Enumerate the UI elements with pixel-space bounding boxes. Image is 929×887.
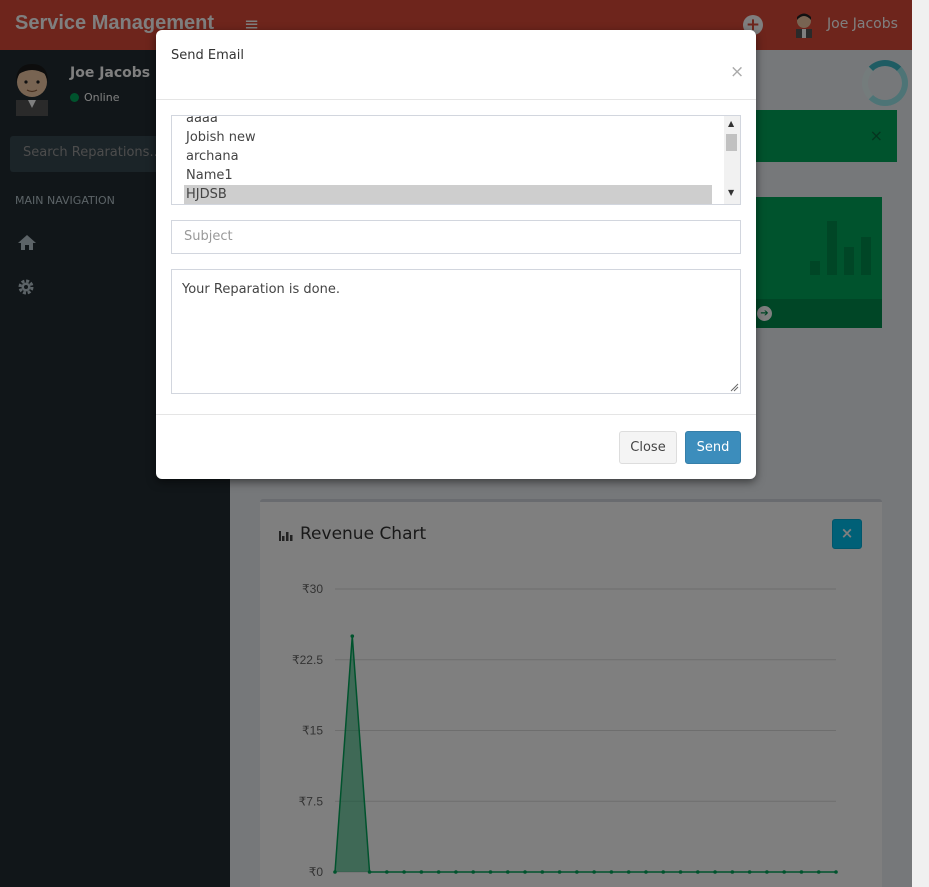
recipient-option[interactable]: aaaa bbox=[172, 116, 726, 128]
message-textarea[interactable]: Your Reparation is done. bbox=[171, 269, 741, 394]
scrollbar[interactable]: ▲ ▼ bbox=[724, 116, 740, 204]
scroll-thumb[interactable] bbox=[726, 134, 737, 151]
close-button[interactable]: Close bbox=[619, 431, 677, 464]
close-icon[interactable]: × bbox=[730, 64, 744, 81]
scroll-down-icon[interactable]: ▼ bbox=[728, 188, 734, 197]
scrollbar[interactable] bbox=[912, 0, 929, 887]
scroll-up-icon[interactable]: ▲ bbox=[728, 119, 734, 128]
divider bbox=[156, 414, 756, 415]
send-email-modal: Send Email × aaaa Jobish new archana Name1 H… bbox=[156, 30, 756, 479]
recipient-select[interactable]: aaaa Jobish new archana Name1 HJDSB ▲ ▼ bbox=[171, 115, 741, 205]
recipient-option[interactable]: Name1 bbox=[172, 166, 726, 185]
divider bbox=[156, 99, 756, 100]
recipient-option[interactable]: archana bbox=[172, 147, 726, 166]
recipient-option[interactable]: HJDSB bbox=[184, 185, 712, 204]
subject-input[interactable]: Subject bbox=[171, 220, 741, 254]
recipient-option[interactable]: Jobish new bbox=[172, 128, 726, 147]
message-text: Your Reparation is done. bbox=[182, 282, 340, 297]
recipient-list: aaaa Jobish new archana Name1 HJDSB bbox=[172, 116, 726, 204]
modal-title: Send Email bbox=[171, 48, 244, 63]
send-button[interactable]: Send bbox=[685, 431, 741, 464]
resize-handle-icon[interactable] bbox=[729, 382, 739, 392]
